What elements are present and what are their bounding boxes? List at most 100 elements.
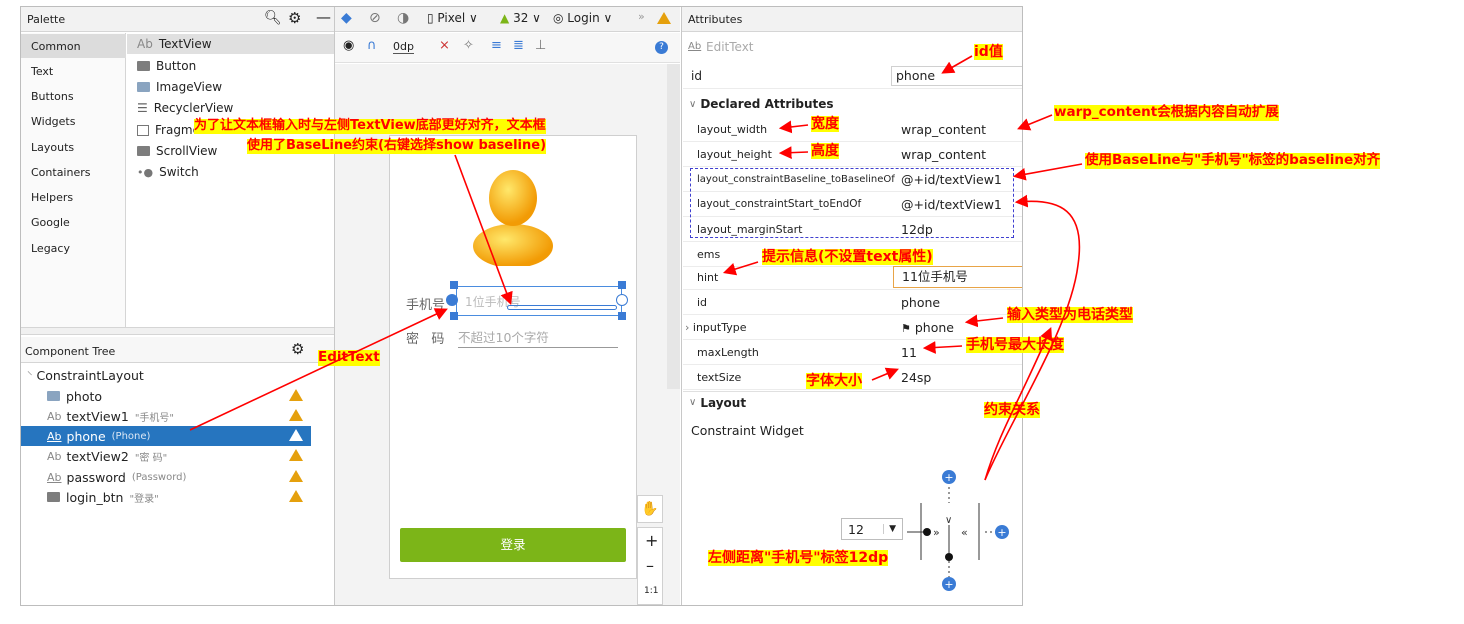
attr-value[interactable]: 11位手机号 [893,266,1022,288]
tree-row[interactable]: login_btn "登录" [21,487,311,507]
overflow-icon[interactable]: » [638,10,645,23]
infer-icon[interactable]: ✧ [463,38,474,53]
component-tree-title: Component Tree [25,345,116,358]
palette-item-imageview[interactable]: ImageView [137,80,222,94]
warning-icon[interactable] [289,449,303,461]
attr-value[interactable]: wrap_content [893,122,1022,137]
resize-handle[interactable] [618,281,626,289]
palette-item-recyclerview[interactable]: ☰ RecyclerView [137,101,233,115]
palette-category-containers[interactable]: Containers [31,166,91,179]
palette-category-widgets[interactable]: Widgets [31,115,75,128]
warning-icon[interactable] [289,429,303,441]
device-label: Pixel [437,11,466,25]
palette-item-textview[interactable]: Ab TextView [137,37,212,51]
search-icon[interactable]: 🔍︎ [264,10,282,26]
tree-row[interactable]: Ab textView1 "手机号" [21,406,311,426]
gear-icon[interactable]: ⚙ [288,9,301,27]
vertical-scrollbar[interactable] [667,64,680,389]
attr-row[interactable]: layout_height wrap_content [683,142,1022,167]
attr-value[interactable]: 24sp [893,370,1022,385]
warning-icon[interactable] [289,409,303,421]
phone-input[interactable]: 1位手机号 [456,286,622,316]
api-selector[interactable]: ▲ 32 ∨ [500,11,541,25]
pan-icon[interactable]: ✋ [637,495,663,523]
palette-item-scrollview[interactable]: ScrollView [137,144,217,158]
attr-value[interactable]: ⚑ phone [893,320,1022,335]
layout-section-header[interactable]: ∨ Layout [683,391,1022,413]
warning-icon[interactable] [289,389,303,401]
tree-row-hint: (Phone) [111,430,151,442]
margin-dropdown[interactable]: 12 ▼ [841,518,903,540]
align-icon[interactable]: ≣ [513,38,524,53]
eye-icon[interactable]: ◉ [343,38,354,53]
tree-row-selected[interactable]: Ab phone (Phone) [21,426,311,446]
palette-category-text[interactable]: Text [31,65,53,78]
end-anchor[interactable] [616,294,628,306]
avatar[interactable] [470,158,556,266]
guidelines-icon[interactable]: ⊥ [535,38,546,53]
zoom-fit-button[interactable]: 1:1 [644,586,658,596]
attr-row[interactable]: id phone [683,290,1022,315]
panel-splitter[interactable] [21,327,334,335]
palette-category-legacy[interactable]: Legacy [31,242,70,255]
margin-selector[interactable]: 0dp [393,40,414,54]
id-input[interactable]: phone [891,65,1022,86]
tree-row-root[interactable]: ⸌ ConstraintLayout [21,365,311,385]
warning-icon[interactable] [289,490,303,502]
chevron-right-icon[interactable]: › [685,321,689,334]
palette-item-button[interactable]: Button [137,59,196,73]
palette-category-layouts[interactable]: Layouts [31,141,74,154]
palette-header: Palette 🔍︎ ⚙ — [21,7,334,32]
ide-window: Palette 🔍︎ ⚙ — Common Text Buttons Widge… [20,6,1023,606]
attr-value[interactable]: phone [893,295,1022,310]
start-anchor[interactable] [446,294,458,306]
palette-category-google[interactable]: Google [31,216,70,229]
constraint-widget[interactable]: + » « ∨ + + [901,465,1011,595]
palette-category-buttons[interactable]: Buttons [31,90,74,103]
password-input[interactable]: 不超过10个字符 [458,324,618,348]
attr-name-with-chevron: › inputType [683,321,893,334]
id-input-value: phone [896,67,936,83]
zoom-in-icon[interactable]: + [645,531,658,550]
tree-row[interactable]: Ab password (Password) [21,467,311,487]
layers-icon[interactable]: ◆ [341,10,352,26]
warning-icon[interactable] [289,470,303,482]
warning-icon[interactable] [657,12,671,24]
clear-constraints-icon[interactable]: ⨯ [439,38,450,53]
declared-attributes-header[interactable]: ∨ Declared Attributes [683,93,1022,115]
margin-dropdown-value: 12 [848,521,864,537]
theme-selector[interactable]: ◎ Login ∨ [553,11,612,25]
night-mode-icon[interactable]: ◑ [397,10,409,26]
attr-name: maxLength [697,345,759,359]
attr-value[interactable]: wrap_content [893,147,1022,162]
login-button[interactable]: 登录 [400,528,626,562]
design-toolbar: ◆ ⊘ ◑ ▯ Pixel ∨ ▲ 32 ∨ ◎ Login ∨ » [335,7,680,32]
resize-handle[interactable] [618,312,626,320]
orientation-icon[interactable]: ⊘ [369,10,381,26]
palette-item-fragment[interactable]: Fragme [137,123,200,137]
chevron-down-icon: ∨ [689,98,697,110]
pack-icon[interactable]: ≡ [491,38,502,53]
annotation-baseline: 使用BaseLine与"手机号"标签的baseline对齐 [1085,152,1381,169]
palette-item-switch[interactable]: •● Switch [137,165,199,179]
attr-row[interactable]: layout_width wrap_content [683,117,1022,142]
minimize-icon[interactable]: — [316,8,331,26]
resize-handle[interactable] [450,312,458,320]
palette-category-helpers[interactable]: Helpers [31,191,73,204]
device-selector[interactable]: ▯ Pixel ∨ [427,11,478,25]
tree-row[interactable]: photo [21,386,311,406]
annotation-text-size: 字体大小 [806,373,862,390]
resize-handle[interactable] [450,281,458,289]
palette-category-common[interactable]: Common [31,40,81,53]
palette-item-label: Button [156,59,197,73]
tree-row[interactable]: Ab textView2 "密 码" [21,446,311,466]
textview-icon: Ab [137,37,153,51]
android-icon: ▲ [500,11,510,25]
gear-icon[interactable]: ⚙ [291,340,304,358]
button-icon [47,492,60,502]
zoom-out-icon[interactable]: – [646,556,654,575]
magnet-icon[interactable]: ∩ [367,38,377,53]
help-icon[interactable]: ? [655,41,668,54]
attr-row[interactable]: hint 11位手机号 [683,265,1022,290]
baseline-handle[interactable] [507,305,617,310]
